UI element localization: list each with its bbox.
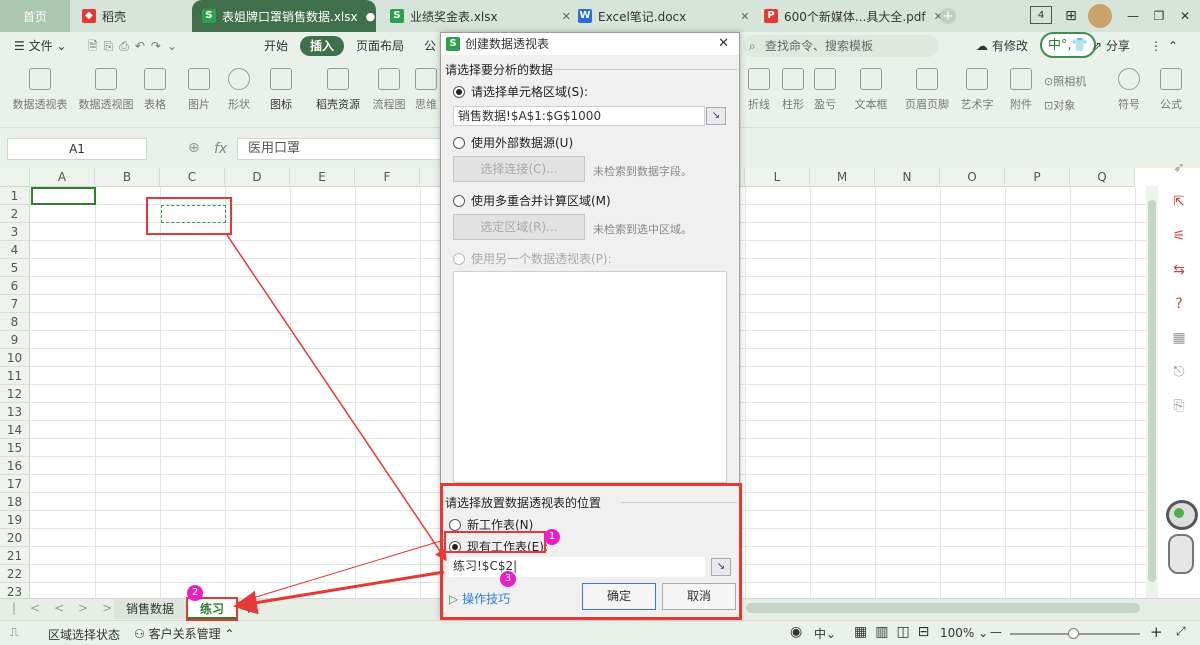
annotation-arrows	[226, 234, 447, 615]
step-badge-1: 1	[544, 529, 560, 545]
step-badge-2: 2	[187, 585, 203, 601]
badge-3-label: 3	[504, 573, 512, 584]
arrow-c2-to-input	[226, 234, 447, 562]
arrow-existing-line	[235, 539, 445, 604]
arrow-input-to-sheet	[233, 570, 445, 615]
badge-1-label: 1	[548, 531, 556, 542]
badge-2-label: 2	[191, 587, 199, 598]
step-badge-3: 3	[500, 571, 516, 587]
